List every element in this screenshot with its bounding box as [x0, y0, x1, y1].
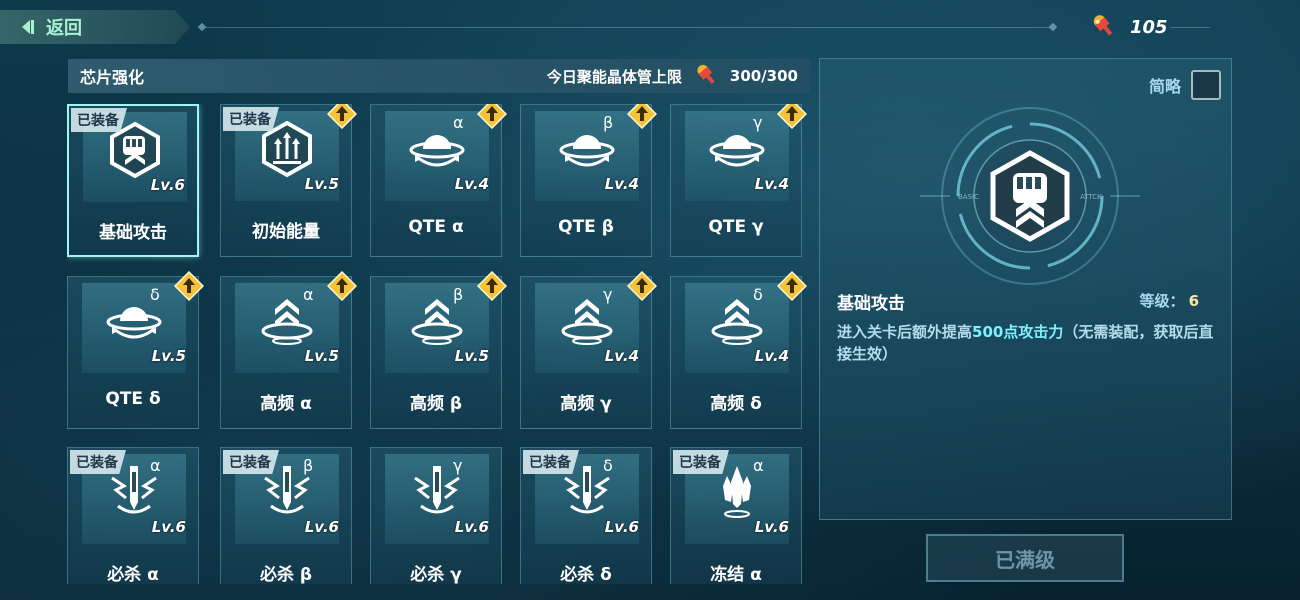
chip-level: Lv.6: [454, 518, 489, 536]
chip-name: 必杀 γ: [410, 565, 462, 584]
chip-header: 芯片强化 今日聚能晶体管上限 300/300: [68, 59, 810, 93]
transistor-icon: [692, 60, 720, 92]
chip-name: QTE α: [408, 217, 464, 237]
chip-card[interactable]: β Lv.4 QTE β: [520, 104, 658, 257]
chip-name: QTE δ: [105, 389, 161, 409]
top-divider: [205, 27, 1050, 28]
upgrade-arrow-icon: [476, 270, 508, 302]
chip-variant-symbol: γ: [603, 285, 613, 304]
chip-level: Lv.6: [151, 518, 186, 536]
chip-card[interactable]: γ Lv.4 QTE γ: [670, 104, 808, 257]
chip-card[interactable]: β Lv.5 高频 β: [370, 270, 508, 429]
currency-value: 105: [1130, 16, 1168, 38]
top-divider-right: [1170, 27, 1210, 28]
chip-card[interactable]: δ Lv.4 高频 δ: [670, 270, 808, 429]
back-arrow-icon: [18, 18, 36, 36]
equipped-badge: 已装备: [523, 450, 579, 474]
chip-variant-symbol: β: [303, 456, 314, 475]
transistor-icon: [1088, 10, 1118, 44]
chip-variant-symbol: β: [453, 285, 464, 304]
chip-card[interactable]: γ Lv.6 必杀 γ: [370, 447, 502, 584]
upgrade-arrow-icon: [776, 104, 808, 130]
daily-limit-value: 300/300: [729, 67, 798, 85]
chip-level: Lv.5: [151, 347, 186, 365]
chip-variant-symbol: γ: [453, 456, 463, 475]
chip-name: 高频 α: [260, 394, 312, 414]
chip-variant-symbol: γ: [753, 113, 763, 132]
chip-level: Lv.4: [604, 347, 639, 365]
simple-mode-checkbox[interactable]: [1191, 70, 1221, 100]
upgrade-arrow-icon: [776, 270, 808, 302]
equipped-badge: 已装备: [71, 108, 127, 132]
emblem-left-text: BASIC: [958, 193, 979, 201]
chip-card[interactable]: α Lv.5 高频 α: [220, 270, 358, 429]
equipped-badge: 已装备: [223, 107, 279, 131]
chip-card[interactable]: γ Lv.4 高频 γ: [520, 270, 658, 429]
back-label: 返回: [46, 18, 82, 39]
chip-card[interactable]: α Lv.6 必杀 α 已装备: [67, 447, 199, 584]
detail-level: 等级： 6: [1139, 292, 1199, 310]
chip-level: Lv.6: [150, 176, 185, 194]
equipped-badge: 已装备: [223, 450, 279, 474]
chip-variant-symbol: β: [603, 113, 614, 132]
chip-level: Lv.6: [604, 518, 639, 536]
simple-mode-label: 简略: [1148, 77, 1181, 96]
chip-level: Lv.4: [454, 175, 489, 193]
chip-name: 必杀 δ: [560, 565, 612, 584]
chip-variant-symbol: α: [453, 113, 464, 132]
detail-highlight: 500点攻击力: [972, 323, 1064, 341]
chip-name: 高频 γ: [560, 394, 612, 414]
detail-description: 进入关卡后额外提高500点攻击力（无需装配，获取后直接生效）: [837, 323, 1214, 363]
chip-name: 必杀 α: [107, 565, 159, 584]
chip-name: 高频 β: [409, 394, 463, 414]
chip-name: 冻结 α: [710, 565, 762, 584]
chip-level: Lv.6: [304, 518, 339, 536]
daily-limit-label: 今日聚能晶体管上限: [546, 67, 682, 86]
equipped-badge: 已装备: [70, 450, 126, 474]
detail-title: 基础攻击: [837, 294, 905, 314]
chip-card[interactable]: β Lv.6 必杀 β 已装备: [220, 447, 352, 584]
chip-detail-panel: 简略 BASIC ATTCK 基础攻击 等级： 6 进入关卡后额外提高500点攻击…: [819, 58, 1232, 520]
chip-card[interactable]: Lv.6 基础攻击 已装备: [67, 104, 199, 257]
chip-level: Lv.5: [454, 347, 489, 365]
chip-grid: Lv.6 基础攻击 已装备 Lv.5 初始能量 已装备 α Lv.4 QTE α β Lv.4 QTE…: [67, 104, 812, 584]
chip-level: Lv.4: [754, 175, 789, 193]
currency-display: 105: [1088, 10, 1168, 44]
chip-name: 初始能量: [252, 222, 320, 242]
chip-variant-symbol: δ: [150, 285, 160, 304]
chip-card[interactable]: δ Lv.6 必杀 δ 已装备: [520, 447, 652, 584]
chip-name: QTE β: [558, 217, 614, 237]
upgrade-arrow-icon: [326, 104, 358, 130]
chip-name: 高频 δ: [710, 394, 762, 414]
detail-level-value: 6: [1188, 292, 1199, 310]
chip-variant-symbol: α: [303, 285, 314, 304]
upgrade-arrow-icon: [626, 270, 658, 302]
chip-card[interactable]: α Lv.4 QTE α: [370, 104, 508, 257]
upgrade-arrow-icon: [173, 270, 205, 302]
chip-level: Lv.4: [604, 175, 639, 193]
page-title: 芯片强化: [80, 68, 145, 87]
equipped-badge: 已装备: [673, 450, 729, 474]
chip-variant-symbol: δ: [753, 285, 763, 304]
chip-variant-symbol: α: [753, 456, 764, 475]
max-level-button[interactable]: 已满级: [926, 534, 1124, 582]
chip-level: Lv.4: [754, 347, 789, 365]
back-button[interactable]: 返回: [0, 10, 190, 44]
selected-chip-emblem: BASIC ATTCK: [920, 91, 1140, 301]
chip-card[interactable]: α Lv.6 冻结 α 已装备: [670, 447, 802, 584]
chip-level: Lv.6: [754, 518, 789, 536]
upgrade-arrow-icon: [626, 104, 658, 130]
chip-variant-symbol: δ: [603, 456, 613, 475]
upgrade-arrow-icon: [326, 270, 358, 302]
chip-name: 必杀 β: [259, 565, 313, 584]
chip-name: QTE γ: [708, 217, 764, 237]
chip-name: 基础攻击: [99, 223, 167, 243]
chip-card[interactable]: Lv.5 初始能量 已装备: [220, 104, 358, 257]
chip-variant-symbol: α: [150, 456, 161, 475]
chip-level: Lv.5: [304, 347, 339, 365]
chip-level: Lv.5: [304, 175, 339, 193]
upgrade-arrow-icon: [476, 104, 508, 130]
chip-card[interactable]: δ Lv.5 QTE δ: [67, 270, 205, 429]
emblem-right-text: ATTCK: [1080, 193, 1102, 201]
